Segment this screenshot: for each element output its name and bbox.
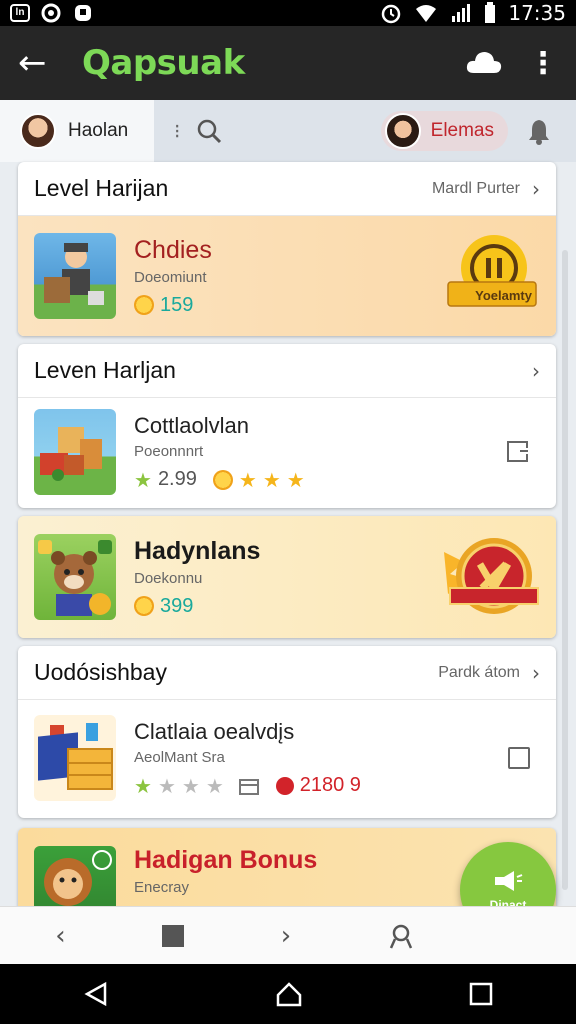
shield-notification-icon bbox=[75, 5, 91, 21]
item-subtitle: Enecray bbox=[134, 879, 190, 896]
star-icon: ★ bbox=[262, 467, 281, 492]
section-card: Hadynlans Doekonnu 399 bbox=[18, 516, 556, 638]
user-row: Haolan ⁝ Elemas bbox=[0, 100, 576, 162]
system-nav-bar bbox=[0, 964, 576, 1024]
system-recents-icon[interactable] bbox=[469, 982, 493, 1006]
calendar-icon bbox=[238, 778, 259, 795]
bottom-nav: ‹ › · bbox=[0, 906, 576, 964]
external-link-icon[interactable] bbox=[506, 440, 530, 464]
record-icon bbox=[275, 776, 294, 795]
status-bar: ln 17:35 bbox=[0, 0, 576, 26]
item-title: Hadynlans bbox=[134, 536, 261, 565]
chevron-right-icon[interactable]: › bbox=[532, 661, 540, 685]
star-icon: ★ bbox=[181, 773, 200, 798]
seal-badge-icon[interactable] bbox=[430, 528, 542, 624]
list-item[interactable]: Cottlaolvlan Poeonnnrt ★ 2.99 ★ ★ ★ bbox=[18, 398, 556, 506]
chevron-right-icon[interactable]: › bbox=[532, 359, 540, 383]
clock: 17:35 bbox=[508, 1, 566, 25]
system-home-icon[interactable] bbox=[275, 981, 303, 1007]
signal-icon bbox=[452, 4, 471, 22]
section-card: Level Harijan Mardl Purter › Chdies Doeo… bbox=[18, 162, 556, 336]
more-vert-icon[interactable]: ⋮ bbox=[528, 46, 558, 81]
back-arrow-icon[interactable]: ← bbox=[18, 43, 62, 83]
cloud-icon[interactable] bbox=[464, 43, 504, 83]
app-title: Qapsuak bbox=[82, 43, 245, 83]
section-title: Leven Harljan bbox=[34, 357, 176, 383]
item-subtitle: AeolMant Sra bbox=[134, 748, 225, 766]
chevron-right-icon[interactable]: › bbox=[532, 177, 540, 201]
item-title: Cottlaolvlan bbox=[134, 412, 249, 438]
worker-icon bbox=[44, 243, 104, 305]
more-link[interactable]: Pardk átom bbox=[438, 664, 520, 682]
item-subtitle: Doekonnu bbox=[134, 569, 203, 587]
game-thumbnail bbox=[34, 715, 116, 801]
rating-value: 2.99 bbox=[157, 468, 197, 490]
item-title: Clatlaia oealvdįs bbox=[134, 718, 295, 744]
section-header[interactable]: Leven Harljan › bbox=[18, 344, 556, 398]
coin-icon bbox=[212, 469, 233, 490]
user-name: Haolan bbox=[68, 120, 129, 141]
section-card: Uodósishbay Pardk átom › Clatlaia oealvd… bbox=[18, 646, 556, 818]
nav-profile-icon[interactable] bbox=[387, 922, 415, 950]
star-icon: ★ bbox=[238, 467, 257, 492]
other-user-chip[interactable]: Elemas bbox=[380, 111, 508, 151]
list-item[interactable]: Chdies Doeomiunt 159 Yoelamty bbox=[18, 216, 556, 336]
star-icon: ★ bbox=[157, 773, 176, 798]
other-user-name: Elemas bbox=[430, 120, 494, 141]
user-tab[interactable]: Haolan bbox=[0, 100, 154, 162]
list-item[interactable]: Hadynlans Doekonnu 399 bbox=[18, 516, 556, 638]
list-item[interactable]: Clatlaia oealvdįs AeolMant Sra ★ ★ ★ ★ 2… bbox=[18, 700, 556, 816]
more-link[interactable]: Mardl Purter bbox=[432, 180, 520, 198]
reward-badge[interactable] bbox=[444, 232, 540, 316]
checkbox[interactable] bbox=[508, 747, 530, 769]
nav-back-chevron-icon[interactable]: ‹ bbox=[40, 921, 80, 951]
game-thumbnail bbox=[34, 534, 116, 620]
nav-stop-icon[interactable] bbox=[161, 924, 185, 948]
section-header[interactable]: Level Harijan Mardl Purter › bbox=[18, 162, 556, 216]
game-thumbnail bbox=[34, 409, 116, 495]
coin-icon bbox=[134, 596, 154, 616]
item-title: Hadigan Bonus bbox=[134, 846, 318, 874]
game-thumbnail bbox=[34, 233, 116, 319]
coin-count: 399 bbox=[160, 594, 194, 617]
coin-count: 159 bbox=[160, 293, 194, 316]
section-title: Uodósishbay bbox=[34, 659, 167, 685]
avatar bbox=[20, 113, 56, 149]
section-header[interactable]: Uodósishbay Pardk átom › bbox=[18, 646, 556, 700]
battery-icon bbox=[485, 2, 496, 23]
bear-icon bbox=[38, 540, 112, 616]
app-bar: ← Qapsuak ⋮ bbox=[0, 26, 576, 100]
count-value: 2180 9 bbox=[299, 774, 361, 796]
section-card: Leven Harljan › Cottlaolvlan Poeonnnrt ★… bbox=[18, 344, 556, 508]
bell-icon[interactable] bbox=[526, 117, 552, 145]
drag-handle-icon[interactable]: ⁝ bbox=[174, 119, 180, 144]
circle-notification-icon bbox=[41, 3, 61, 23]
search-icon[interactable] bbox=[196, 118, 222, 144]
section-title: Level Harijan bbox=[34, 175, 169, 201]
crates-icon bbox=[40, 427, 102, 481]
megaphone-icon bbox=[495, 871, 523, 891]
badge-label: Yoelamty bbox=[475, 288, 532, 303]
scrollbar[interactable] bbox=[562, 250, 568, 890]
notification-icon: ln bbox=[10, 4, 30, 22]
star-icon: ★ bbox=[205, 773, 224, 798]
wifi-icon bbox=[416, 5, 437, 22]
nav-forward-chevron-icon[interactable]: › bbox=[266, 921, 306, 951]
star-icon: ★ bbox=[134, 773, 152, 798]
avatar bbox=[384, 113, 421, 149]
coin-icon bbox=[134, 295, 154, 315]
item-title: Chdies bbox=[134, 235, 212, 264]
shopping-basket-icon bbox=[38, 723, 113, 790]
star-icon: ★ bbox=[286, 467, 305, 492]
item-subtitle: Doeomiunt bbox=[134, 268, 207, 286]
item-subtitle: Poeonnnrt bbox=[134, 442, 204, 460]
alarm-icon bbox=[382, 4, 401, 24]
star-icon: ★ bbox=[134, 467, 152, 492]
system-back-icon[interactable] bbox=[83, 981, 109, 1007]
